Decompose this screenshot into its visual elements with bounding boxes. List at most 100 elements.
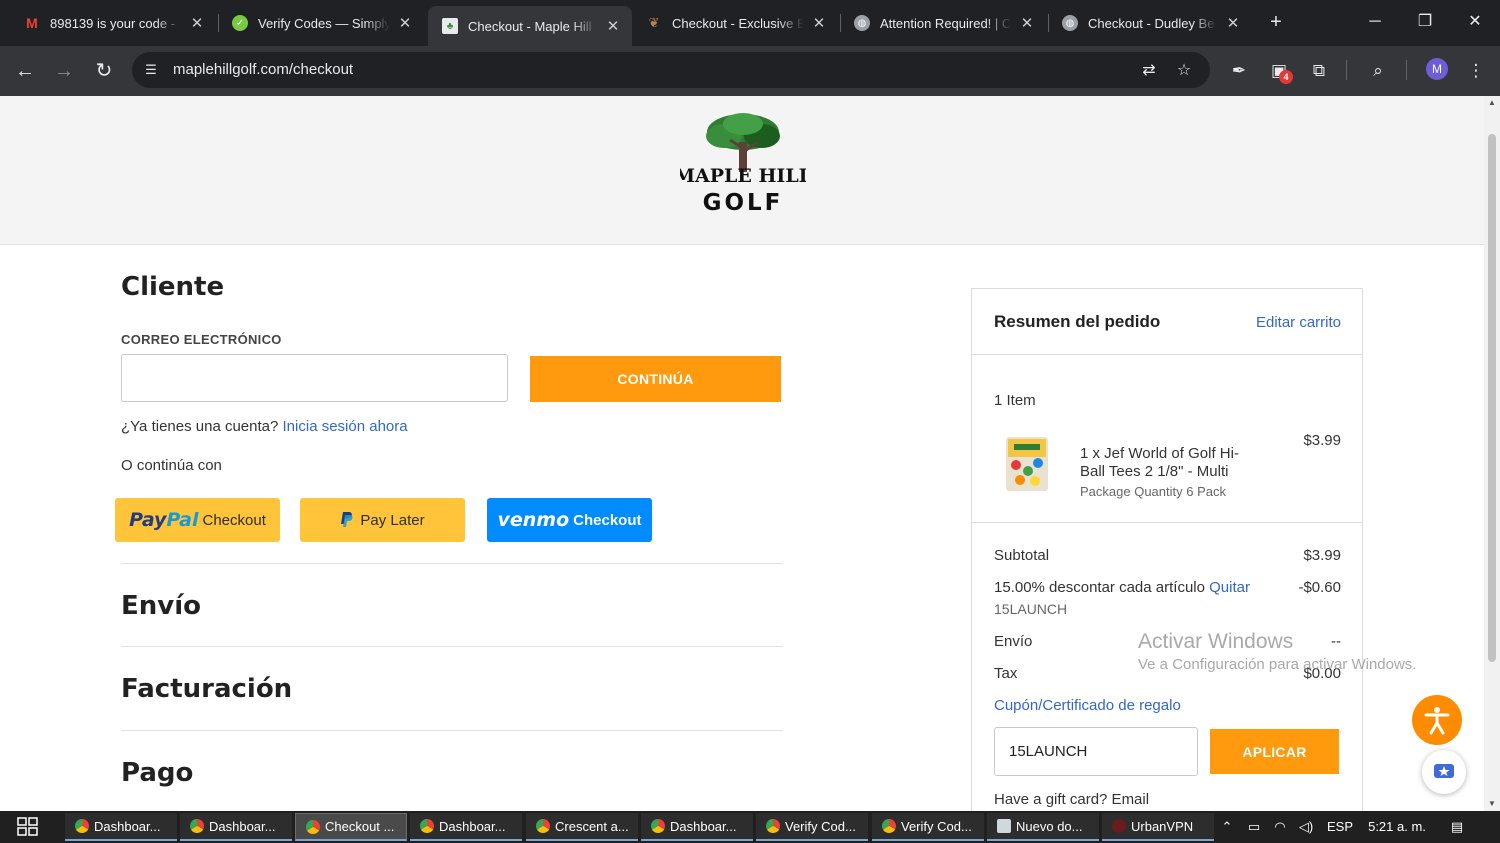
toolbar-divider <box>1406 60 1407 80</box>
taskbar-item[interactable]: Dashboar... <box>180 813 292 841</box>
battery-icon[interactable]: ▭ <box>1244 817 1264 837</box>
bookmark-star-icon[interactable]: ☆ <box>1173 60 1195 82</box>
scrollbar-thumb[interactable] <box>1488 134 1496 662</box>
scroll-down-arrow-icon[interactable]: ▼ <box>1484 797 1500 811</box>
tab-title: Attention Required! | C <box>880 15 1012 31</box>
accessibility-icon <box>1424 707 1450 735</box>
urbanvpn-icon <box>1112 819 1126 833</box>
close-tab-icon[interactable]: ✕ <box>1018 14 1036 32</box>
coupon-toggle-link[interactable]: Cupón/Certificado de regalo <box>994 697 1181 714</box>
page-scrollbar[interactable]: ▲ ▼ <box>1484 96 1500 811</box>
product-image[interactable] <box>1002 435 1052 493</box>
verify-codes-icon: ✓ <box>232 15 248 31</box>
gmail-icon: M <box>26 15 38 31</box>
url-text[interactable]: maplehillgolf.com/checkout <box>173 61 353 78</box>
paypal-checkout-button[interactable]: PayPal Checkout <box>115 498 280 542</box>
email-field[interactable] <box>121 354 508 402</box>
task-view-icon[interactable] <box>16 816 40 838</box>
tab-checkout-exclusive[interactable]: ❦ Checkout - Exclusive B ✕ <box>632 6 838 40</box>
chrome-icon <box>536 819 550 833</box>
maple-hill-golf-logo[interactable]: MAPLE HILL GOLF <box>680 110 806 220</box>
sign-in-link[interactable]: Inicia sesión ahora <box>283 418 408 435</box>
billing-section-title[interactable]: Facturación <box>121 674 292 704</box>
chrome-icon <box>882 819 896 833</box>
edit-cart-link[interactable]: Editar carrito <box>1256 314 1341 331</box>
profile-avatar[interactable]: M <box>1426 58 1448 80</box>
taskbar-item[interactable]: UrbanVPN <box>1102 813 1214 841</box>
continue-button[interactable]: CONTINÚA <box>530 356 781 402</box>
translate-icon[interactable]: ⇄ <box>1138 60 1160 82</box>
reading-list-icon[interactable]: ⌕ <box>1365 58 1391 84</box>
close-tab-icon[interactable]: ✕ <box>396 14 414 32</box>
logo-text-bottom: GOLF <box>703 190 784 216</box>
language-indicator[interactable]: ESP <box>1326 817 1354 837</box>
account-question: ¿Ya tienes una cuenta? <box>121 418 279 435</box>
tab-gmail[interactable]: M 898139 is your code - ✕ <box>10 6 216 40</box>
payment-section-title[interactable]: Pago <box>121 758 193 788</box>
close-tab-icon[interactable]: ✕ <box>1224 14 1242 32</box>
taskbar-item[interactable]: Verify Cod... <box>756 813 868 841</box>
logo-text-top: MAPLE HILL <box>680 165 806 187</box>
taskbar-item[interactable]: Dashboar... <box>410 813 522 841</box>
extension-pen-icon[interactable]: ✒ <box>1226 58 1252 84</box>
taskbar-item[interactable]: Dashboar... <box>65 813 177 841</box>
notepad-icon <box>997 819 1011 833</box>
tab-strip: M 898139 is your code - ✕ ✓ Verify Codes… <box>0 0 1500 46</box>
taskbar-item[interactable]: Dashboar... <box>641 813 753 841</box>
tab-checkout-dudley[interactable]: ◍ Checkout - Dudley Be ✕ <box>1048 6 1252 40</box>
windows-activation-watermark: Activar Windows Ve a Configuración para … <box>1138 630 1416 673</box>
subtotal-label: Subtotal <box>994 547 1050 564</box>
forward-button[interactable]: → <box>51 58 77 84</box>
close-window-button[interactable]: ✕ <box>1452 8 1498 36</box>
browser-menu-icon[interactable]: ⋮ <box>1463 58 1489 84</box>
section-divider <box>121 730 783 731</box>
close-tab-icon[interactable]: ✕ <box>188 14 206 32</box>
tab-checkout-maple-hill[interactable]: ♣ Checkout - Maple Hill ✕ <box>428 6 632 46</box>
remove-discount-link[interactable]: Quitar <box>1209 579 1250 596</box>
tree-canopy-icon <box>706 113 780 172</box>
wifi-icon[interactable]: ◠ <box>1270 817 1290 837</box>
site-info-icon[interactable]: ☰ <box>142 61 160 79</box>
clock[interactable]: 5:21 a. m. <box>1362 817 1432 837</box>
tab-title: Checkout - Dudley Be <box>1088 15 1215 31</box>
restore-button[interactable]: ❐ <box>1402 8 1448 36</box>
reload-button[interactable]: ↻ <box>91 58 117 84</box>
paypal-p-icon <box>341 512 353 527</box>
apply-coupon-button[interactable]: APLICAR <box>1210 729 1339 774</box>
coupon-code-field[interactable] <box>994 727 1198 776</box>
new-tab-button[interactable]: + <box>1264 10 1288 34</box>
discount-code: 15LAUNCH <box>994 601 1068 617</box>
shipping-section-title[interactable]: Envío <box>121 591 201 621</box>
taskbar-item-active[interactable]: Checkout ... <box>295 813 407 841</box>
product-name: 1 x Jef World of Golf Hi-Ball Tees 2 1/8… <box>1080 445 1239 480</box>
close-tab-icon[interactable]: ✕ <box>810 14 828 32</box>
paypal-checkout-label: Checkout <box>202 511 266 529</box>
chat-widget-button[interactable] <box>1422 750 1466 794</box>
tab-attention-required[interactable]: ◍ Attention Required! | C ✕ <box>840 6 1046 40</box>
tax-label: Tax <box>994 665 1018 682</box>
minimize-button[interactable]: ─ <box>1352 8 1398 36</box>
browser-toolbar: ← → ↻ ☰ maplehillgolf.com/checkout ⇄ ☆ ✒… <box>0 46 1500 96</box>
taskbar-item[interactable]: Crescent a... <box>526 813 638 841</box>
paypal-pay-later-button[interactable]: Pay Later <box>300 498 465 542</box>
tab-verify-codes[interactable]: ✓ Verify Codes — Simply ✕ <box>218 6 424 40</box>
items-count: 1 Item <box>994 392 1036 409</box>
notifications-icon[interactable]: ▤ <box>1446 817 1468 837</box>
shipping-label: Envío <box>994 633 1033 650</box>
watermark-line1: Activar Windows <box>1138 630 1294 653</box>
scroll-up-arrow-icon[interactable]: ▲ <box>1484 96 1500 110</box>
extensions-puzzle-icon[interactable]: ⧉ <box>1306 58 1332 84</box>
accessibility-widget-button[interactable] <box>1412 695 1462 745</box>
close-tab-icon[interactable]: ✕ <box>604 17 622 35</box>
watermark-line2: Ve a Configuración para activar Windows. <box>1138 656 1417 673</box>
volume-icon[interactable]: ◁) <box>1296 817 1316 837</box>
summary-divider <box>972 522 1362 523</box>
gift-card-text: Have a gift card? Email <box>994 791 1150 808</box>
taskbar-item[interactable]: Nuevo do... <box>987 813 1099 841</box>
email-label: CORREO ELECTRÓNICO <box>121 332 282 347</box>
back-button[interactable]: ← <box>12 58 38 84</box>
venmo-checkout-button[interactable]: venmo Checkout <box>487 498 652 542</box>
taskbar-item[interactable]: Verify Cod... <box>872 813 984 841</box>
tray-chevron-icon[interactable]: ⌃ <box>1218 817 1236 837</box>
address-bar[interactable]: ☰ maplehillgolf.com/checkout ⇄ ☆ <box>132 52 1210 88</box>
